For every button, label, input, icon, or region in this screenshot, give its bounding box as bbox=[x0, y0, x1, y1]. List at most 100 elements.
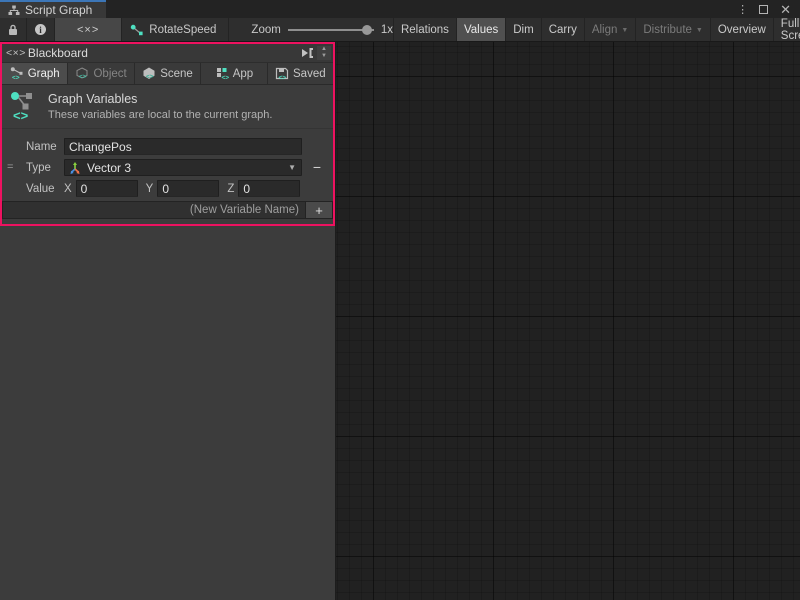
section-description: These variables are local to the current… bbox=[48, 109, 272, 121]
name-label: Name bbox=[26, 141, 64, 153]
new-variable-input[interactable] bbox=[2, 201, 306, 219]
blackboard-highlight-region: <×> Blackboard ▲ ▼ bbox=[0, 42, 335, 226]
tab-object[interactable]: <> Object bbox=[68, 63, 134, 84]
info-icon: i bbox=[35, 24, 46, 35]
graph-variables-section-header: <> Graph Variables These variables are l… bbox=[2, 85, 333, 129]
variable-name-row: Name bbox=[2, 137, 333, 156]
axis-y-group: Y bbox=[146, 180, 220, 197]
axis-x-group: X bbox=[64, 180, 138, 197]
drag-handle-icon[interactable]: = bbox=[7, 161, 13, 173]
relations-button[interactable]: Relations bbox=[393, 18, 456, 41]
axis-x-input[interactable] bbox=[76, 180, 138, 197]
relations-label: Relations bbox=[401, 24, 449, 36]
add-variable-button[interactable]: + bbox=[306, 201, 333, 219]
axis-y-label: Y bbox=[146, 183, 154, 195]
new-variable-row: + bbox=[2, 201, 333, 219]
values-label: Values bbox=[464, 24, 498, 36]
chevron-down-icon: ▼ bbox=[696, 26, 703, 34]
dim-label: Dim bbox=[513, 24, 533, 36]
script-graph-window: Script Graph ⋮ ✕ i <×> bbox=[0, 0, 800, 600]
code-view-toggle[interactable]: <×> bbox=[55, 18, 122, 41]
full-screen-button[interactable]: Full Screen bbox=[773, 18, 800, 41]
blackboard-panel: <×> Blackboard ▲ ▼ bbox=[0, 42, 336, 600]
window-maximize-icon[interactable] bbox=[759, 5, 768, 14]
graph-tab-icon: <> bbox=[10, 67, 24, 80]
variable-editor: Name = Type bbox=[2, 129, 333, 224]
tab-graph[interactable]: <> Graph bbox=[2, 63, 68, 84]
dim-button[interactable]: Dim bbox=[505, 18, 540, 41]
align-label: Align bbox=[592, 24, 618, 36]
code-icon: <×> bbox=[77, 24, 99, 36]
script-graph-icon bbox=[8, 5, 20, 16]
chevron-down-icon: ▼ bbox=[621, 26, 628, 34]
window-tab-strip: Script Graph ⋮ ✕ bbox=[0, 0, 800, 18]
overview-label: Overview bbox=[718, 24, 766, 36]
tab-saved-label: Saved bbox=[293, 68, 326, 80]
overview-button[interactable]: Overview bbox=[710, 18, 773, 41]
blackboard-empty-area bbox=[0, 226, 335, 600]
svg-text:<>: <> bbox=[146, 74, 154, 81]
tab-scene[interactable]: <> Scene bbox=[135, 63, 201, 84]
section-title: Graph Variables bbox=[48, 92, 272, 106]
graph-breadcrumb[interactable]: RotateSpeed bbox=[122, 18, 229, 41]
graph-name-label: RotateSpeed bbox=[149, 24, 216, 36]
saved-tab-icon: <> bbox=[275, 67, 289, 80]
zoom-label: Zoom bbox=[251, 24, 280, 36]
blackboard-header: <×> Blackboard ▲ ▼ bbox=[2, 44, 333, 63]
variable-type-dropdown[interactable]: Vector 3 ▼ bbox=[64, 159, 302, 176]
lock-icon bbox=[8, 24, 18, 36]
window-controls: ⋮ ✕ bbox=[737, 0, 800, 18]
zoom-slider[interactable] bbox=[288, 25, 374, 35]
axis-z-input[interactable] bbox=[238, 180, 300, 197]
window-menu-icon[interactable]: ⋮ bbox=[737, 3, 747, 16]
toolbar-actions: Relations Values Dim Carry Align ▼ Distr… bbox=[393, 18, 800, 41]
panel-scroll-arrows: ▲ ▼ bbox=[317, 46, 331, 60]
svg-text:<>: <> bbox=[279, 75, 287, 81]
chevron-down-icon: ▼ bbox=[288, 163, 296, 172]
scroll-down-icon[interactable]: ▼ bbox=[317, 53, 331, 60]
scroll-up-icon[interactable]: ▲ bbox=[317, 46, 331, 53]
graph-canvas[interactable] bbox=[336, 42, 800, 600]
tab-graph-label: Graph bbox=[28, 68, 60, 80]
window-close-icon[interactable]: ✕ bbox=[780, 5, 791, 14]
distribute-label: Distribute bbox=[643, 24, 692, 36]
remove-variable-button[interactable]: − bbox=[309, 159, 325, 175]
variable-type-row: = Type bbox=[2, 158, 333, 177]
tab-saved[interactable]: <> Saved bbox=[268, 63, 333, 84]
blackboard-title: Blackboard bbox=[28, 46, 88, 60]
align-button[interactable]: Align ▼ bbox=[584, 18, 636, 41]
scene-tab-icon: <> bbox=[142, 67, 156, 80]
axis-y-input[interactable] bbox=[157, 180, 219, 197]
tab-object-label: Object bbox=[93, 68, 126, 80]
zoom-slider-thumb[interactable] bbox=[362, 25, 372, 35]
dock-panel-icon[interactable] bbox=[301, 48, 314, 58]
zoom-slider-track bbox=[288, 29, 374, 31]
axis-z-label: Z bbox=[227, 183, 234, 195]
vector3-icon bbox=[68, 161, 82, 175]
type-label: Type bbox=[26, 162, 64, 174]
axis-x-label: X bbox=[64, 183, 72, 195]
tab-script-graph[interactable]: Script Graph bbox=[0, 0, 106, 18]
type-value: Vector 3 bbox=[87, 161, 131, 175]
lock-button[interactable] bbox=[0, 18, 27, 41]
graph-variables-icon: <> bbox=[10, 91, 37, 121]
tab-scene-label: Scene bbox=[160, 68, 193, 80]
zoom-level-value: 1x bbox=[381, 24, 393, 36]
values-button[interactable]: Values bbox=[456, 18, 505, 41]
value-label: Value bbox=[26, 183, 64, 195]
graph-toolbar: i <×> RotateSpeed Zoom 1x bbox=[0, 18, 800, 42]
svg-text:<>: <> bbox=[221, 75, 229, 81]
tab-title: Script Graph bbox=[25, 3, 92, 17]
svg-text:<>: <> bbox=[12, 75, 20, 81]
blackboard-icon: <×> bbox=[6, 47, 26, 59]
object-tab-icon: <> bbox=[75, 67, 89, 80]
carry-label: Carry bbox=[549, 24, 577, 36]
zoom-control: Zoom 1x bbox=[251, 18, 393, 41]
distribute-button[interactable]: Distribute ▼ bbox=[635, 18, 710, 41]
variable-name-input[interactable] bbox=[64, 138, 302, 155]
app-tab-icon: <> bbox=[215, 67, 229, 80]
tab-app-label: App bbox=[233, 68, 253, 80]
info-button[interactable]: i bbox=[27, 18, 55, 41]
tab-app[interactable]: <> App bbox=[201, 63, 267, 84]
carry-button[interactable]: Carry bbox=[541, 18, 584, 41]
